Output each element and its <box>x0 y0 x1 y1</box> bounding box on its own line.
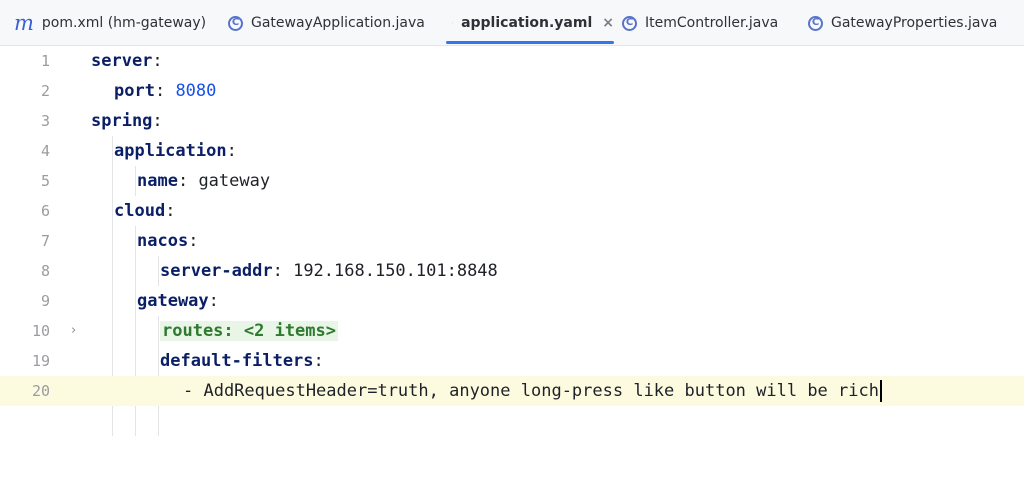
expand-fold-icon[interactable]: › <box>71 316 76 346</box>
code-line[interactable]: 5 name: gateway <box>0 166 1024 196</box>
yaml-colon: : <box>165 201 176 221</box>
yaml-key: port <box>114 81 155 101</box>
yaml-icon <box>452 22 454 24</box>
line-number: 4 <box>40 142 50 160</box>
line-number: 9 <box>40 292 50 310</box>
line-number: 1 <box>40 52 50 70</box>
yaml-colon: : <box>226 141 237 161</box>
close-icon[interactable]: × <box>602 15 614 31</box>
yaml-value: 192.168.150.101:8848 <box>293 261 498 281</box>
code-line[interactable]: 3 spring: <box>0 106 1024 136</box>
folded-region[interactable]: routes: <2 items> <box>160 321 338 341</box>
tab-item-controller[interactable]: C ItemController.java <box>622 0 778 46</box>
code-line[interactable]: 8 server-addr: 192.168.150.101:8848 <box>0 256 1024 286</box>
line-number: 2 <box>40 82 50 100</box>
yaml-colon: : <box>272 261 294 281</box>
yaml-list-item: - AddRequestHeader=truth, anyone long-pr… <box>183 381 879 401</box>
class-icon: C <box>228 15 243 31</box>
line-number: 3 <box>40 112 50 130</box>
yaml-colon: : <box>154 81 176 101</box>
code-line[interactable]: 2 port: 8080 <box>0 76 1024 106</box>
line-number: 8 <box>40 262 50 280</box>
class-icon: C <box>808 15 823 31</box>
tab-pom-xml[interactable]: m pom.xml (hm-gateway) <box>14 0 206 46</box>
yaml-key: server <box>91 51 153 71</box>
code-line[interactable]: 19 default-filters: <box>0 346 1024 376</box>
line-number: 10 <box>31 322 50 340</box>
yaml-key: default-filters <box>160 351 314 371</box>
line-number: 5 <box>40 172 50 190</box>
yaml-value: 8080 <box>175 81 217 101</box>
yaml-key: spring <box>91 111 153 131</box>
tab-label: pom.xml (hm-gateway) <box>41 15 207 31</box>
yaml-key: server-addr <box>160 261 273 281</box>
code-line[interactable]: 4 application: <box>0 136 1024 166</box>
yaml-key: gateway <box>137 291 209 311</box>
line-number: 19 <box>31 352 50 370</box>
code-line[interactable]: 10 › routes: <2 items> <box>0 316 1024 346</box>
code-editor[interactable]: 1 server: 2 port: 8080 3 spring: 4 appli… <box>0 46 1024 488</box>
yaml-key: cloud <box>114 201 166 221</box>
yaml-colon: : <box>208 291 219 311</box>
class-icon: C <box>622 15 637 31</box>
yaml-colon: : <box>152 111 163 131</box>
yaml-value: gateway <box>198 171 271 191</box>
code-line-current[interactable]: 20 - AddRequestHeader=truth, anyone long… <box>0 376 1024 406</box>
tab-label: GatewayProperties.java <box>831 15 998 31</box>
tab-label: ItemController.java <box>645 15 779 31</box>
tab-gateway-application[interactable]: C GatewayApplication.java <box>228 0 425 46</box>
text-cursor <box>879 380 882 402</box>
code-line[interactable]: 6 cloud: <box>0 196 1024 226</box>
code-line[interactable]: 9 gateway: <box>0 286 1024 316</box>
editor-tab-bar: m pom.xml (hm-gateway) C GatewayApplicat… <box>0 0 1024 46</box>
line-number: 20 <box>31 382 50 400</box>
code-line[interactable]: 7 nacos: <box>0 226 1024 256</box>
tab-label: GatewayApplication.java <box>251 15 425 31</box>
yaml-colon: : <box>313 351 324 371</box>
line-number: 6 <box>40 202 50 220</box>
line-number: 7 <box>40 232 50 250</box>
yaml-key: nacos <box>137 231 189 251</box>
tab-gateway-properties[interactable]: C GatewayProperties.java <box>808 0 997 46</box>
tab-application-yaml[interactable]: application.yaml × <box>446 0 614 46</box>
yaml-colon: : <box>177 171 199 191</box>
yaml-key: name <box>137 171 178 191</box>
code-line[interactable]: 1 server: <box>0 46 1024 76</box>
yaml-key: application <box>114 141 227 161</box>
tab-label: application.yaml <box>461 15 593 31</box>
maven-icon: m <box>14 10 34 35</box>
yaml-colon: : <box>188 231 199 251</box>
yaml-colon: : <box>152 51 163 71</box>
